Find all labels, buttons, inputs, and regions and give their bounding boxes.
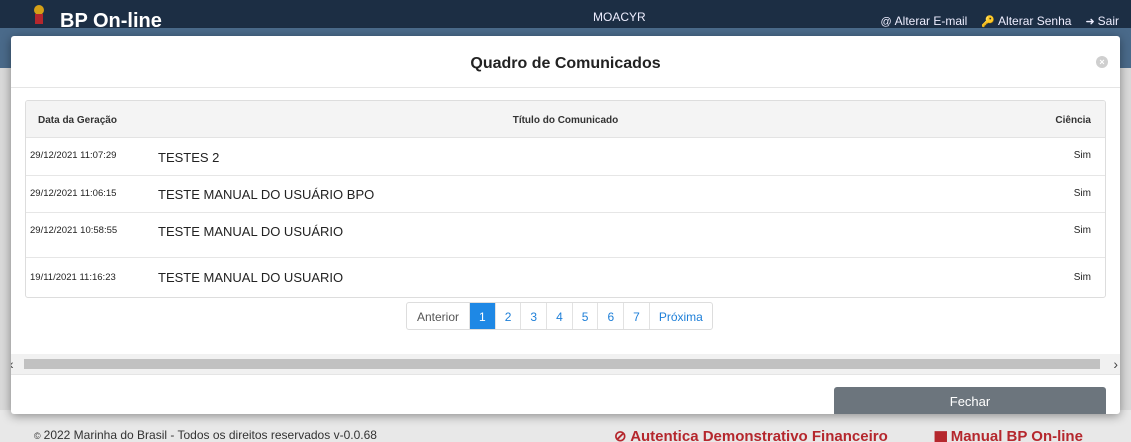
logo-icon bbox=[34, 5, 44, 24]
row-title: TESTE MANUAL DO USUARIO bbox=[158, 270, 344, 285]
change-password-link[interactable]: 🔑 Alterar Senha bbox=[981, 14, 1071, 28]
row-date: 29/12/2021 11:07:29 bbox=[30, 150, 117, 161]
book-icon: ▆ bbox=[935, 428, 951, 442]
key-icon: 🔑 bbox=[981, 16, 996, 28]
row-date: 29/12/2021 10:58:55 bbox=[30, 225, 118, 236]
row-ciencia: Sim bbox=[1073, 272, 1091, 283]
pagination-page-4[interactable]: 4 bbox=[547, 303, 573, 329]
column-header-title[interactable]: Título do Comunicado bbox=[26, 115, 1105, 126]
modal-header: Quadro de Comunicados × bbox=[11, 36, 1120, 88]
row-title: TESTE MANUAL DO USUÁRIO BPO bbox=[158, 187, 375, 202]
announcements-table: Data da Geração Título do Comunicado Ciê… bbox=[25, 100, 1106, 298]
announcements-modal: Quadro de Comunicados × Data da Geração … bbox=[11, 36, 1120, 414]
pagination-page-5[interactable]: 5 bbox=[573, 303, 599, 329]
table-row[interactable]: 29/12/2021 10:58:55 TESTE MANUAL DO USUÁ… bbox=[26, 213, 1105, 258]
pagination-page-6[interactable]: 6 bbox=[598, 303, 625, 329]
app-footer: © 2022 Marinha do Brasil - Todos os direi… bbox=[0, 410, 1131, 442]
pagination-prev[interactable]: Anterior bbox=[407, 303, 471, 329]
check-circle-icon: ⊘ bbox=[614, 428, 631, 442]
user-name: MOACYR bbox=[593, 10, 646, 24]
sign-out-icon: ➜ bbox=[1085, 16, 1095, 28]
pagination-page-3[interactable]: 3 bbox=[521, 303, 548, 329]
pagination-next[interactable]: Próxima bbox=[650, 303, 712, 329]
close-icon[interactable]: × bbox=[1096, 56, 1108, 68]
close-button[interactable]: Fechar bbox=[834, 387, 1106, 414]
modal-title: Quadro de Comunicados bbox=[470, 55, 661, 72]
horizontal-scrollbar[interactable]: ‹ › bbox=[11, 354, 1120, 374]
pagination-page-1[interactable]: 1 bbox=[470, 303, 496, 329]
row-ciencia: Sim bbox=[1073, 150, 1091, 161]
column-header-ciencia[interactable]: Ciência bbox=[1055, 115, 1091, 126]
logout-link[interactable]: ➜ Sair bbox=[1085, 14, 1119, 28]
table-row[interactable]: 29/12/2021 11:07:29 TESTES 2 Sim bbox=[26, 138, 1105, 176]
row-date: 19/11/2021 11:16:23 bbox=[30, 272, 116, 283]
scrollbar-thumb[interactable] bbox=[24, 359, 1100, 369]
row-date: 29/12/2021 11:06:15 bbox=[30, 188, 117, 199]
scroll-right-icon[interactable]: › bbox=[1113, 356, 1118, 372]
header-links: @ Alterar E-mail 🔑 Alterar Senha ➜ Sair bbox=[880, 14, 1119, 28]
copyright-text: © 2022 Marinha do Brasil - Todos os direi… bbox=[34, 428, 377, 442]
manual-link[interactable]: ▆ Manual BP On-line bbox=[935, 427, 1083, 442]
row-title: TESTES 2 bbox=[158, 150, 220, 165]
pagination: Anterior 1 2 3 4 5 6 7 Próxima bbox=[406, 302, 713, 330]
row-ciencia: Sim bbox=[1073, 188, 1091, 199]
scroll-left-icon[interactable]: ‹ bbox=[11, 356, 14, 372]
pagination-page-2[interactable]: 2 bbox=[496, 303, 522, 329]
copyright-icon: © bbox=[34, 431, 41, 441]
at-icon: @ bbox=[880, 16, 892, 28]
row-title: TESTE MANUAL DO USUÁRIO bbox=[158, 224, 344, 239]
table-row[interactable]: 29/12/2021 11:06:15 TESTE MANUAL DO USUÁ… bbox=[26, 176, 1105, 213]
table-header: Data da Geração Título do Comunicado Ciê… bbox=[26, 101, 1105, 138]
modal-footer: Fechar bbox=[11, 374, 1120, 414]
authenticate-link[interactable]: ⊘ Autentica Demonstrativo Financeiro bbox=[614, 427, 888, 442]
table-row[interactable]: 19/11/2021 11:16:23 TESTE MANUAL DO USUA… bbox=[26, 258, 1105, 297]
row-ciencia: Sim bbox=[1073, 225, 1091, 236]
change-email-link[interactable]: @ Alterar E-mail bbox=[880, 14, 967, 28]
app-header: BP On-line MOACYR @ Alterar E-mail 🔑 Alter… bbox=[0, 0, 1131, 32]
pagination-page-7[interactable]: 7 bbox=[624, 303, 650, 329]
